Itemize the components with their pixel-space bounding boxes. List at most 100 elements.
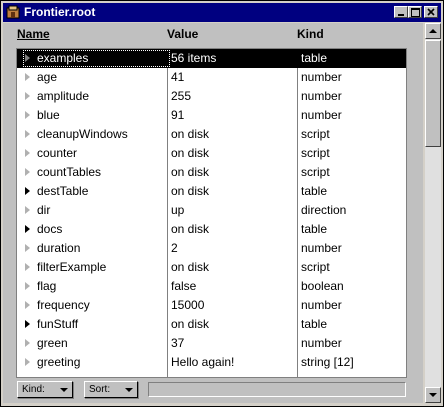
row-name: examples — [37, 51, 89, 65]
row-kind: table — [301, 184, 328, 198]
leaf-triangle-icon — [25, 244, 30, 252]
minimize-icon — [398, 14, 404, 16]
table-row[interactable]: duration 2 number — [17, 239, 406, 258]
row-name: countTables — [37, 165, 102, 179]
row-kind: string [12] — [301, 355, 354, 369]
row-value: 41 — [171, 70, 185, 84]
leaf-triangle-icon — [25, 92, 30, 100]
table-row[interactable]: funStuff on disk table — [17, 315, 406, 334]
row-value: 91 — [171, 108, 185, 122]
leaf-triangle-icon — [25, 130, 30, 138]
scroll-up-button[interactable] — [425, 23, 441, 39]
row-kind: number — [301, 89, 342, 103]
row-name: duration — [37, 241, 81, 255]
row-name: docs — [37, 222, 63, 236]
table-row[interactable]: flag false boolean — [17, 277, 406, 296]
row-value: false — [171, 279, 197, 293]
status-field — [148, 382, 406, 397]
row-kind: direction — [301, 203, 347, 217]
table-row[interactable]: green 37 number — [17, 334, 406, 353]
leaf-triangle-icon — [25, 73, 30, 81]
row-value: 2 — [171, 241, 178, 255]
row-value: 15000 — [171, 298, 205, 312]
maximize-icon — [411, 8, 420, 17]
row-name: green — [37, 336, 68, 350]
row-value: on disk — [171, 260, 210, 274]
column-header-value[interactable]: Value — [167, 27, 198, 41]
row-kind: script — [301, 146, 330, 160]
window-title: Frontier.root — [24, 5, 96, 19]
column-header-name[interactable]: Name — [17, 27, 50, 41]
close-button[interactable] — [424, 6, 438, 18]
scroll-down-button[interactable] — [425, 387, 441, 403]
kind-popup[interactable]: Kind: — [17, 381, 73, 398]
arrow-up-icon — [429, 29, 437, 33]
table-row[interactable]: filterExample on disk script — [17, 258, 406, 277]
table-row[interactable]: cleanupWindows on disk script — [17, 125, 406, 144]
frontier-root-window: Frontier.root Name Value Kind examples 56… — [0, 0, 444, 407]
leaf-triangle-icon — [25, 149, 30, 157]
table-row[interactable]: greeting Hello again! string [12] — [17, 353, 406, 372]
table-row[interactable]: amplitude 255 number — [17, 87, 406, 106]
row-name: age — [37, 70, 58, 84]
minimize-button[interactable] — [394, 6, 408, 18]
row-kind: table — [301, 51, 328, 65]
row-value: on disk — [171, 127, 210, 141]
row-value: on disk — [171, 222, 210, 236]
row-kind: number — [301, 241, 342, 255]
row-value: 56 items — [171, 51, 217, 65]
vertical-scrollbar[interactable] — [425, 23, 441, 403]
row-name: dir — [37, 203, 51, 217]
sort-popup[interactable]: Sort: — [84, 381, 138, 398]
row-kind: table — [301, 317, 328, 331]
table-list: examples 56 items table age 41 number amplitud… — [16, 48, 407, 378]
chevron-down-icon — [125, 388, 133, 392]
row-name: flag — [37, 279, 57, 293]
table-row[interactable]: age 41 number — [17, 68, 406, 87]
close-icon — [427, 8, 435, 16]
row-value: on disk — [171, 184, 210, 198]
expand-triangle-icon[interactable] — [25, 225, 30, 233]
row-kind: table — [301, 222, 328, 236]
expand-triangle-icon[interactable] — [25, 320, 30, 328]
scroll-thumb[interactable] — [425, 40, 441, 147]
table-row[interactable]: destTable on disk table — [17, 182, 406, 201]
row-name: greeting — [37, 355, 81, 369]
row-kind: boolean — [301, 279, 344, 293]
title-bar[interactable]: Frontier.root — [3, 3, 441, 22]
column-header-kind[interactable]: Kind — [297, 27, 324, 41]
row-value: up — [171, 203, 185, 217]
table-row[interactable]: dir up direction — [17, 201, 406, 220]
row-name: cleanupWindows — [37, 127, 128, 141]
outline-pane: Name Value Kind examples 56 items table age… — [3, 23, 423, 403]
table-row[interactable]: countTables on disk script — [17, 163, 406, 182]
row-kind: number — [301, 108, 342, 122]
row-name: funStuff — [37, 317, 79, 331]
row-name: amplitude — [37, 89, 90, 103]
maximize-button[interactable] — [408, 6, 422, 18]
row-name: blue — [37, 108, 60, 122]
row-name: frequency — [37, 298, 90, 312]
table-row[interactable]: frequency 15000 number — [17, 296, 406, 315]
table-row[interactable]: examples 56 items table — [17, 49, 406, 68]
leaf-triangle-icon — [25, 358, 30, 366]
row-kind: script — [301, 165, 330, 179]
chevron-down-icon — [60, 388, 68, 392]
leaf-triangle-icon — [25, 301, 30, 309]
table-row[interactable]: counter on disk script — [17, 144, 406, 163]
leaf-triangle-icon — [25, 282, 30, 290]
row-value: on disk — [171, 317, 210, 331]
row-value: Hello again! — [171, 355, 235, 369]
row-kind: script — [301, 127, 330, 141]
table-row[interactable]: docs on disk table — [17, 220, 406, 239]
expand-triangle-icon[interactable] — [25, 187, 30, 195]
row-value: on disk — [171, 165, 210, 179]
table-row[interactable]: blue 91 number — [17, 106, 406, 125]
row-name: destTable — [37, 184, 89, 198]
row-value: 37 — [171, 336, 185, 350]
row-name: filterExample — [37, 260, 107, 274]
arrow-down-icon — [429, 393, 437, 397]
sort-popup-label: Sort: — [89, 384, 111, 395]
row-kind: number — [301, 336, 342, 350]
row-kind: script — [301, 260, 330, 274]
